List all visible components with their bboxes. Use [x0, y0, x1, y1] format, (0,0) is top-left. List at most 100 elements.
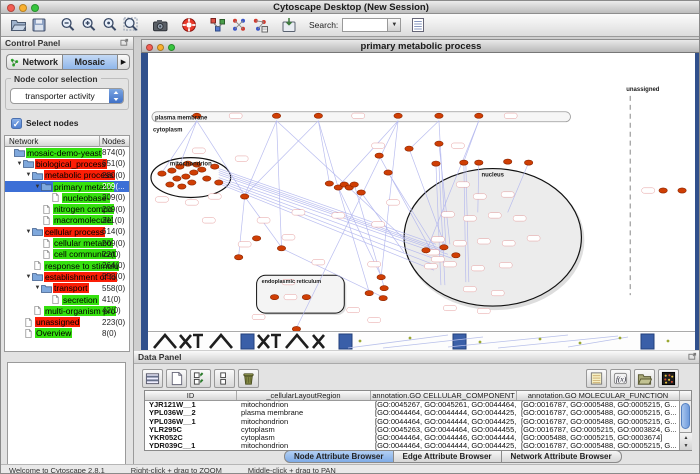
graph-node	[504, 159, 512, 164]
tree-column-nodes[interactable]: Nodes	[102, 137, 125, 146]
unselect-attributes-button[interactable]	[214, 369, 235, 388]
table-row-YPL036W__1[interactable]: YPL036W__1mitochondrion[GO:0044464, GO:0…	[145, 418, 691, 426]
tab-edge-attribute-browser[interactable]: Edge Attribute Browser	[394, 450, 502, 463]
attribute-table-button[interactable]	[142, 369, 163, 388]
scrollbar-thumb[interactable]	[681, 403, 690, 429]
select-attributes-button[interactable]	[190, 369, 211, 388]
tree-item-secretion[interactable]: secretion41(0)	[5, 294, 129, 305]
table-cell: [GO:0044464, GO:0044444, GO:0044425, G..…	[371, 409, 517, 417]
tree-item-cellular-metabo[interactable]: cellular metabo209(0)	[5, 237, 129, 248]
close-button[interactable]	[7, 4, 15, 12]
tree-item-primary-metabo[interactable]: ▼primary metabo209(...	[5, 181, 129, 192]
create-view-button[interactable]	[207, 15, 228, 35]
zoom-fit-icon	[123, 17, 139, 33]
tree-item-mosaic-demo-yeast[interactable]: mosaic-demo-yeast874(0)	[5, 147, 129, 158]
column-header-2[interactable]: annotation.GO CELLULAR_COMPONENT	[371, 391, 517, 400]
tab-mosaic-label: Mosaic	[74, 57, 105, 67]
zoom-fit-button[interactable]	[120, 15, 141, 35]
status-message-0: Welcome to Cytoscape 2.8.1	[9, 466, 105, 474]
float-panel-icon[interactable]	[120, 38, 129, 49]
attribute-editor-button[interactable]	[586, 369, 607, 388]
tree-item-metabolic-process[interactable]: ▼metabolic process280(0)	[5, 170, 129, 181]
zoom-in-button[interactable]	[78, 15, 99, 35]
tab-network-attribute-browser[interactable]: Network Attribute Browser	[502, 450, 622, 463]
network-minimize-button[interactable]	[157, 44, 164, 51]
float-data-panel-icon[interactable]	[688, 352, 697, 363]
expand-arrow-icon[interactable]: ▼	[34, 184, 41, 190]
select-nodes-label: Select nodes	[26, 118, 78, 128]
network-canvas-overflow-band[interactable]	[148, 333, 695, 350]
tab-network[interactable]: Network	[6, 54, 62, 70]
search-dropdown-button[interactable]: ▼	[388, 18, 401, 32]
node-label	[235, 156, 248, 161]
column-header-1[interactable]: _cellularLayoutRegion	[237, 391, 371, 400]
graph-node	[422, 248, 430, 253]
tree-item-cellular-process[interactable]: ▼cellular process614(0)	[5, 226, 129, 237]
delete-attribute-button[interactable]	[238, 369, 259, 388]
table-row-YPL036W__2[interactable]: YPL036W__2plasma membrane[GO:0044464, GO…	[145, 409, 691, 417]
function-builder-button[interactable]: f(x)	[610, 369, 631, 388]
select-nodes-checkbox[interactable]: ✓	[11, 118, 22, 129]
search-input[interactable]	[342, 18, 388, 32]
unselect-attributes-icon	[217, 371, 232, 386]
graph-node	[277, 246, 285, 251]
new-attribute-button[interactable]	[166, 369, 187, 388]
more-tabs-button[interactable]: ▶	[117, 54, 130, 70]
expand-arrow-icon[interactable]: ▼	[25, 274, 32, 280]
minimize-button[interactable]	[19, 4, 27, 12]
table-cell: [GO:0016787, GO:0005215, GO:0003824, G..…	[517, 426, 680, 434]
expand-arrow-icon[interactable]: ▼	[34, 285, 41, 291]
band-edge	[383, 337, 483, 348]
data-panel-title: Data Panel	[138, 352, 181, 362]
import-attributes-button[interactable]	[634, 369, 655, 388]
expand-arrow-icon[interactable]: ▼	[16, 161, 23, 167]
tree-item-multi-organism-pro[interactable]: multi-organism pro42(0)	[5, 305, 129, 316]
tab-mosaic[interactable]: Mosaic	[62, 54, 118, 70]
attribute-browser-button[interactable]	[407, 15, 428, 35]
network-window-titlebar[interactable]: primary metabolic process	[141, 39, 700, 53]
network-maximize-button[interactable]	[168, 44, 175, 51]
tree-item-macromolecule[interactable]: macromolecule311(0)	[5, 215, 129, 226]
zoom-selected-button[interactable]	[99, 15, 120, 35]
tree-item-nucleobase-[interactable]: nucleobase-209(0)	[5, 192, 129, 203]
node-color-dropdown-value: transporter activity	[11, 91, 109, 101]
table-row-YJR121W__1[interactable]: YJR121W__1mitochondrion[GO:0045267, GO:0…	[145, 401, 691, 409]
cytoscape-app-window: Cytoscape Desktop (New Session) Search: …	[0, 0, 700, 474]
attribute-browser-icon	[410, 17, 426, 33]
status-bar: Welcome to Cytoscape 2.8.1Right-click + …	[1, 464, 700, 474]
table-row-YKR052C[interactable]: YKR052Ccytoplasm[GO:0044464, GO:0044446,…	[145, 434, 691, 442]
tree-item-response-to-stimulu[interactable]: response to stimulu264(0)	[5, 260, 129, 271]
network-canvas[interactable]: plasma membranecytoplasmmitochondrionnuc…	[148, 53, 695, 332]
network-close-button[interactable]	[146, 44, 153, 51]
tab-node-attribute-browser[interactable]: Node Attribute Browser	[284, 450, 394, 463]
vizmapper-button[interactable]	[228, 15, 249, 35]
scrollbar-arrows[interactable]: ▲▼	[680, 432, 692, 450]
expand-arrow-icon[interactable]: ▼	[25, 172, 32, 178]
expand-arrow-icon[interactable]: ▼	[25, 229, 32, 235]
filter-button[interactable]	[249, 15, 270, 35]
open-button[interactable]	[7, 15, 28, 35]
node-label	[527, 236, 540, 241]
tree-item-establishment-of-lo[interactable]: ▼establishment of lo558(0)	[5, 271, 129, 282]
node-color-dropdown[interactable]: transporter activity	[10, 88, 124, 104]
tree-column-network[interactable]: Network	[9, 137, 38, 146]
column-header-0[interactable]: ID	[145, 391, 237, 400]
plugin-import-button[interactable]	[278, 15, 299, 35]
table-scrollbar[interactable]: ▲▼	[679, 401, 691, 450]
tree-item-nitrogen-compo[interactable]: nitrogen compo209(0)	[5, 203, 129, 214]
column-header-3[interactable]: annotation.GO MOLECULAR_FUNCTION	[517, 391, 680, 400]
tree-item-transport[interactable]: ▼transport558(0)	[5, 283, 129, 294]
zoom-out-button[interactable]	[57, 15, 78, 35]
snapshot-button[interactable]	[149, 15, 170, 35]
table-row-YLR295C[interactable]: YLR295Ccytoplasm[GO:0045263, GO:0044464,…	[145, 426, 691, 434]
tree-item-biological-process[interactable]: ▼biological_process651(0)	[5, 158, 129, 169]
help-button[interactable]	[178, 15, 199, 35]
attribute-matrix-button[interactable]	[658, 369, 679, 388]
tree-item-unassigned[interactable]: unassigned223(0)	[5, 316, 129, 327]
network-window-body: plasma membranecytoplasmmitochondrionnuc…	[141, 53, 700, 350]
app-titlebar[interactable]: Cytoscape Desktop (New Session)	[1, 1, 700, 14]
maximize-button[interactable]	[31, 4, 39, 12]
save-button[interactable]	[28, 15, 49, 35]
tree-item-cell-communicat[interactable]: cell communicat22(0)	[5, 249, 129, 260]
tree-item-overview[interactable]: Overview8(0)	[5, 328, 129, 339]
